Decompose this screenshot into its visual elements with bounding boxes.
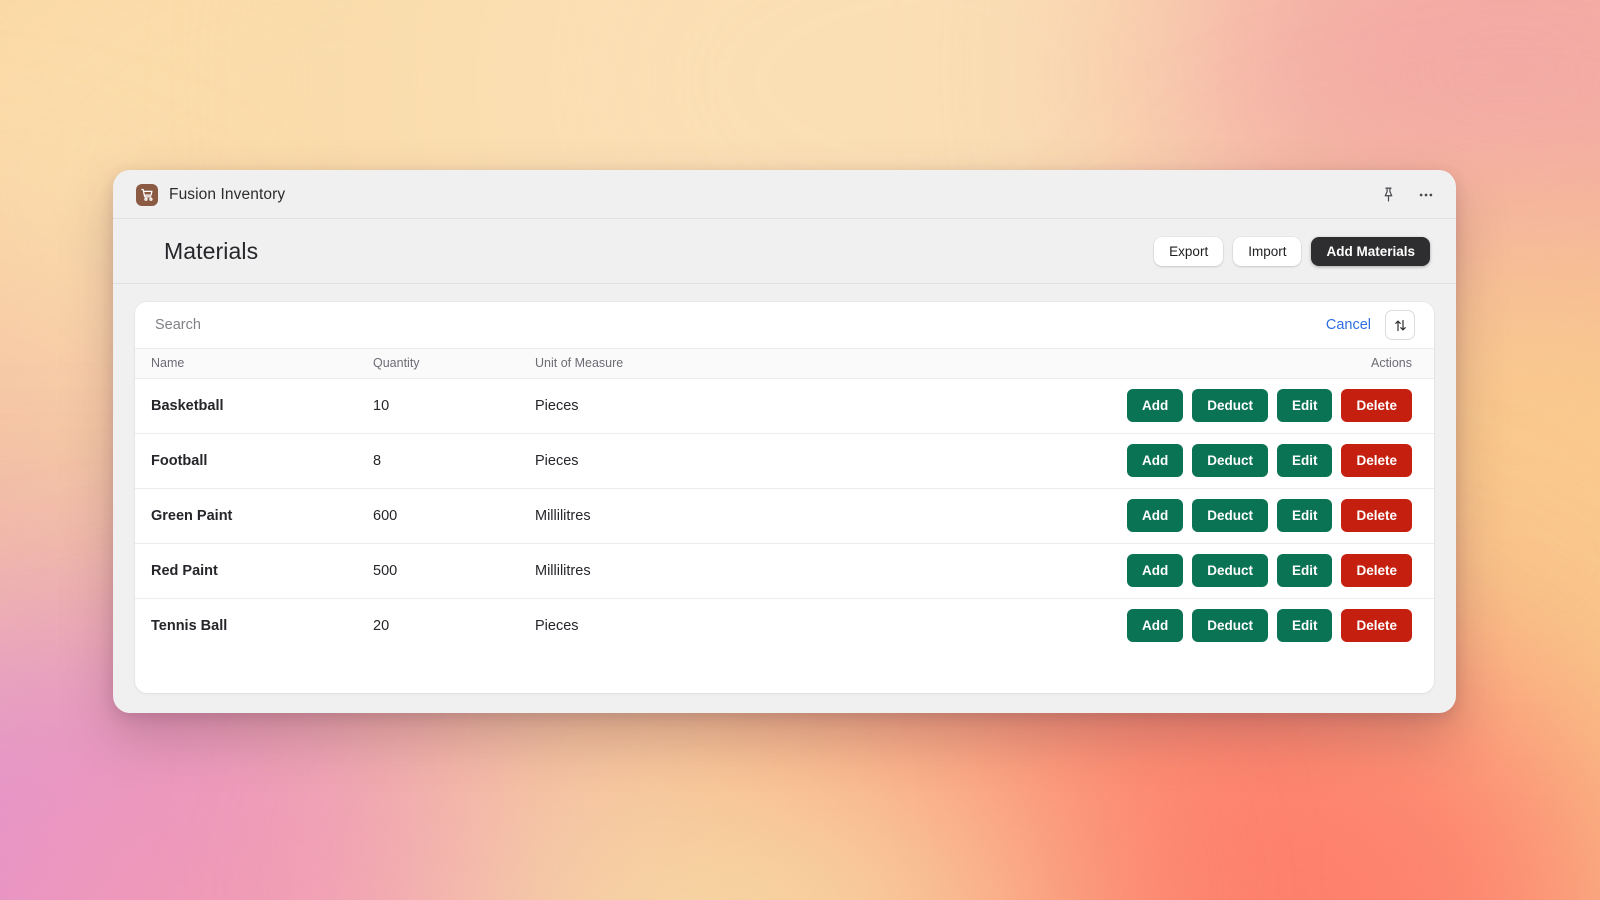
table-row: Basketball10Pieces Add Deduct EditDelete [135,378,1434,433]
deduct-button[interactable]: Deduct [1192,554,1268,587]
page-content: Cancel Name Quan [113,284,1456,713]
add-button[interactable]: Add [1127,609,1183,642]
delete-button[interactable]: Delete [1341,609,1412,642]
add-button[interactable]: Add [1127,554,1183,587]
cell-quantity: 500 [357,543,519,598]
inventory-cart-icon [136,184,158,206]
column-header-quantity[interactable]: Quantity [357,349,519,378]
row-action-group: Add Deduct EditDelete [1094,499,1412,532]
column-header-actions: Actions [1094,349,1434,378]
row-action-group: Add Deduct EditDelete [1094,389,1412,422]
pin-icon[interactable] [1380,186,1397,203]
add-button[interactable]: Add [1127,499,1183,532]
edit-button[interactable]: Edit [1277,499,1333,532]
table-header-row: Name Quantity Unit of Measure Actions [135,349,1434,378]
cell-actions: Add Deduct EditDelete [1094,543,1434,598]
page-header: Materials Export Import Add Materials [113,219,1456,284]
cell-actions: Add Deduct EditDelete [1094,598,1434,653]
table-body: Basketball10PiecesAddDeductEditDeleteFoo… [135,378,1434,653]
materials-table-card: Cancel Name Quan [135,302,1434,693]
table-row: Green Paint600Millilitres Add Deduct EditDe… [135,488,1434,543]
header-button-group: Export Import Add Materials [1154,237,1430,266]
edit-button[interactable]: Edit [1277,444,1333,477]
import-button[interactable]: Import [1233,237,1301,266]
cell-name: Tennis Ball [135,598,357,653]
cancel-button[interactable]: Cancel [1326,317,1371,333]
cell-quantity: 600 [357,488,519,543]
edit-button[interactable]: Edit [1277,389,1333,422]
table-row: Red Paint500Millilitres Add Deduct EditDele… [135,543,1434,598]
cell-name: Football [135,433,357,488]
cell-unit: Millilitres [519,488,1094,543]
edit-button[interactable]: Edit [1277,609,1333,642]
cell-actions: Add Deduct EditDelete [1094,378,1434,433]
delete-button[interactable]: Delete [1341,444,1412,477]
ellipsis-icon[interactable] [1417,186,1435,204]
app-window: Fusion Inventory [113,170,1456,713]
cell-actions: Add Deduct EditDelete [1094,433,1434,488]
cell-unit: Pieces [519,433,1094,488]
delete-button[interactable]: Delete [1341,499,1412,532]
table-header: Name Quantity Unit of Measure Actions [135,349,1434,378]
search-row: Cancel [135,302,1434,349]
cell-quantity: 8 [357,433,519,488]
column-header-name[interactable]: Name [135,349,357,378]
cell-unit: Pieces [519,598,1094,653]
cell-quantity: 20 [357,598,519,653]
cell-name: Green Paint [135,488,357,543]
cell-name: Red Paint [135,543,357,598]
window-titlebar: Fusion Inventory [113,170,1456,219]
delete-button[interactable]: Delete [1341,554,1412,587]
export-button[interactable]: Export [1154,237,1223,266]
deduct-button[interactable]: Deduct [1192,389,1268,422]
deduct-button[interactable]: Deduct [1192,499,1268,532]
cell-unit: Millilitres [519,543,1094,598]
add-button[interactable]: Add [1127,444,1183,477]
table-row: Football8Pieces Add Deduct EditDelete [135,433,1434,488]
search-input[interactable] [155,302,1326,348]
titlebar-actions [1380,186,1435,204]
deduct-button[interactable]: Deduct [1192,444,1268,477]
cell-quantity: 10 [357,378,519,433]
deduct-button[interactable]: Deduct [1192,609,1268,642]
edit-button[interactable]: Edit [1277,554,1333,587]
cell-name: Basketball [135,378,357,433]
add-button[interactable]: Add [1127,389,1183,422]
add-materials-button[interactable]: Add Materials [1311,237,1430,266]
delete-button[interactable]: Delete [1341,389,1412,422]
table-row: Tennis Ball20Pieces Add Deduct EditDelete [135,598,1434,653]
app-title: Fusion Inventory [169,186,285,204]
page-title: Materials [164,238,258,265]
sort-arrows-icon[interactable] [1385,310,1415,340]
desktop-wallpaper: Fusion Inventory [0,0,1600,900]
materials-table: Name Quantity Unit of Measure Actions Ba… [135,349,1434,653]
column-header-unit[interactable]: Unit of Measure [519,349,1094,378]
row-action-group: Add Deduct EditDelete [1094,444,1412,477]
cell-unit: Pieces [519,378,1094,433]
row-action-group: Add Deduct EditDelete [1094,609,1412,642]
cell-actions: Add Deduct EditDelete [1094,488,1434,543]
row-action-group: Add Deduct EditDelete [1094,554,1412,587]
